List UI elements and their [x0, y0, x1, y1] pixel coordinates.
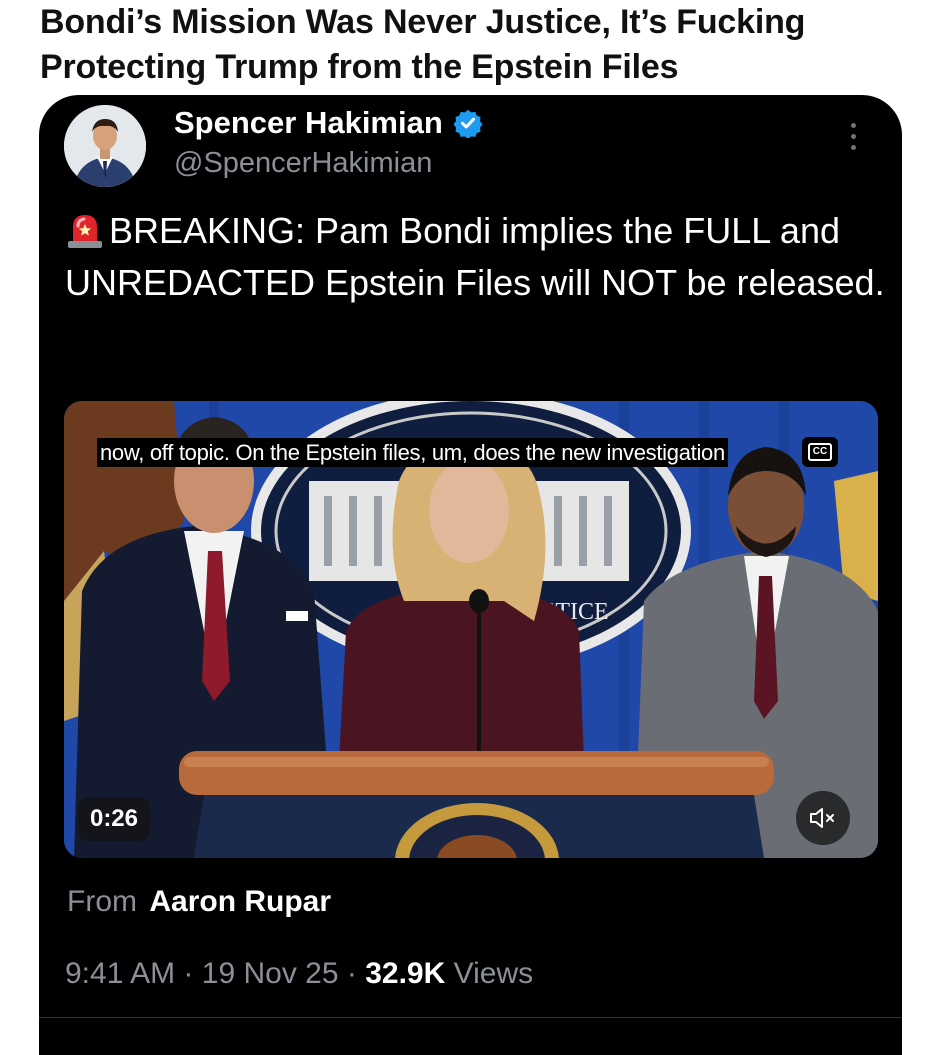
- video-duration: 0:26: [78, 797, 150, 841]
- headline-line-2: Protecting Trump from the Epstein Files: [40, 48, 679, 86]
- views-count[interactable]: 32.9K: [365, 957, 445, 990]
- tweet-text: BREAKING: Pam Bondi implies the FULL and…: [65, 205, 885, 309]
- video-caption: now, off topic. On the Epstein files, um…: [97, 438, 728, 467]
- video-attribution: From Aaron Rupar: [67, 885, 331, 919]
- avatar[interactable]: [64, 105, 146, 187]
- author-name-row: Spencer Hakimian: [174, 105, 483, 141]
- cc-label: CC: [807, 443, 833, 461]
- meta-separator: ·: [346, 957, 357, 990]
- verified-badge-icon: [453, 109, 483, 138]
- source-author-link[interactable]: Aaron Rupar: [149, 885, 331, 918]
- author-handle[interactable]: @SpencerHakimian: [174, 147, 432, 180]
- tweet-body: BREAKING: Pam Bondi implies the FULL and…: [65, 210, 885, 303]
- headline-line-1: Bondi’s Mission Was Never Justice, It’s …: [40, 3, 806, 41]
- views-label: Views: [453, 957, 534, 990]
- video-player[interactable]: ISTICE now, off topic. On the Epstein fi…: [64, 401, 878, 858]
- closed-captions-icon[interactable]: CC: [802, 437, 838, 467]
- video-frame: ISTICE: [64, 401, 878, 858]
- article-headline: Bondi’s Mission Was Never Justice, It’s …: [40, 0, 920, 90]
- tweet-card: Spencer Hakimian @SpencerHakimian BREAKI…: [39, 95, 902, 1055]
- tweet-time[interactable]: 9:41 AM: [65, 957, 175, 990]
- muted-speaker-icon[interactable]: [796, 791, 850, 845]
- meta-separator: ·: [183, 957, 194, 990]
- siren-emoji-icon: [68, 215, 102, 248]
- tweet-date[interactable]: 19 Nov 25: [202, 957, 339, 990]
- more-vertical-icon[interactable]: [851, 123, 856, 150]
- author-name[interactable]: Spencer Hakimian: [174, 105, 443, 141]
- divider: [39, 1017, 902, 1018]
- tweet-meta: 9:41 AM · 19 Nov 25 · 32.9K Views: [65, 957, 533, 991]
- from-label: From: [67, 885, 137, 918]
